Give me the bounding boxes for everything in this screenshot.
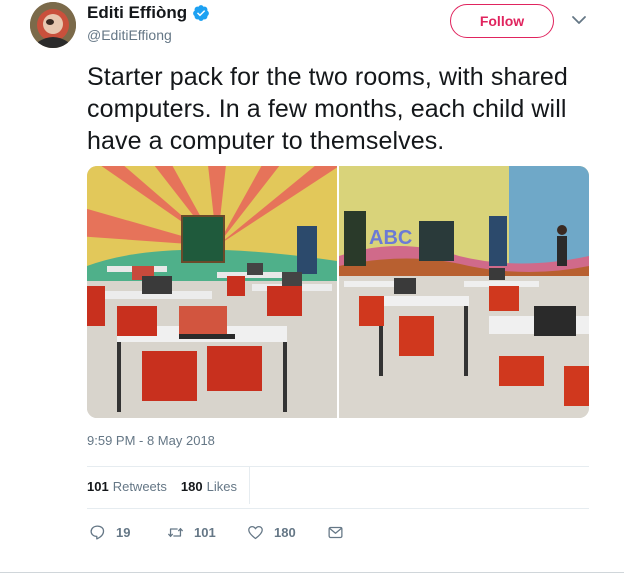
reply-count: 19 <box>116 525 131 540</box>
direct-message-button[interactable] <box>327 524 354 541</box>
photo-wall-lettering: ABC <box>369 227 412 249</box>
author-name[interactable]: Editi Effiòng <box>87 3 187 23</box>
likes-stat[interactable]: 180 Likes <box>181 479 237 494</box>
author-name-row: Editi Effiòng <box>87 3 210 23</box>
tweet-timestamp[interactable]: 9:59 PM - 8 May 2018 <box>87 433 215 448</box>
reply-button[interactable]: 19 <box>89 524 167 541</box>
divider-bottom <box>87 508 589 509</box>
direct-message-icon <box>328 526 343 539</box>
retweets-stat[interactable]: 101 Retweets <box>87 479 167 494</box>
tweet-media: ABC <box>87 166 589 418</box>
retweet-button[interactable]: 101 <box>167 524 247 541</box>
stats-separator <box>249 467 250 504</box>
bottom-border <box>0 572 624 573</box>
avatar[interactable] <box>30 2 76 48</box>
retweet-icon <box>167 527 184 538</box>
like-button[interactable]: 180 <box>247 524 327 541</box>
likes-label: Likes <box>206 479 237 494</box>
avatar-image <box>30 2 76 48</box>
retweets-label: Retweets <box>112 479 167 494</box>
tweet-actions: 19 101 180 <box>89 524 354 541</box>
like-icon <box>248 525 263 540</box>
author-handle[interactable]: @EditiEffiong <box>87 27 172 43</box>
tweet-text: Starter pack for the two rooms, with sha… <box>87 63 568 155</box>
classroom-photo-1[interactable] <box>87 166 337 418</box>
divider-top <box>87 466 589 467</box>
classroom-photo-2-image: ABC <box>339 166 589 418</box>
chevron-down-icon[interactable] <box>571 13 587 27</box>
retweets-count: 101 <box>87 479 109 494</box>
follow-button[interactable]: Follow <box>450 4 554 38</box>
like-count: 180 <box>274 525 296 540</box>
retweet-count: 101 <box>194 525 216 540</box>
tweet-stats: 101 Retweets 180 Likes <box>87 479 237 494</box>
reply-icon <box>90 525 105 540</box>
likes-count: 180 <box>180 479 203 494</box>
tweet-card: Editi Effiòng @EditiEffiong Follow Start… <box>0 0 624 576</box>
verified-badge-icon <box>193 5 209 21</box>
classroom-photo-2[interactable]: ABC <box>339 166 589 418</box>
classroom-photo-1-image <box>87 166 337 418</box>
